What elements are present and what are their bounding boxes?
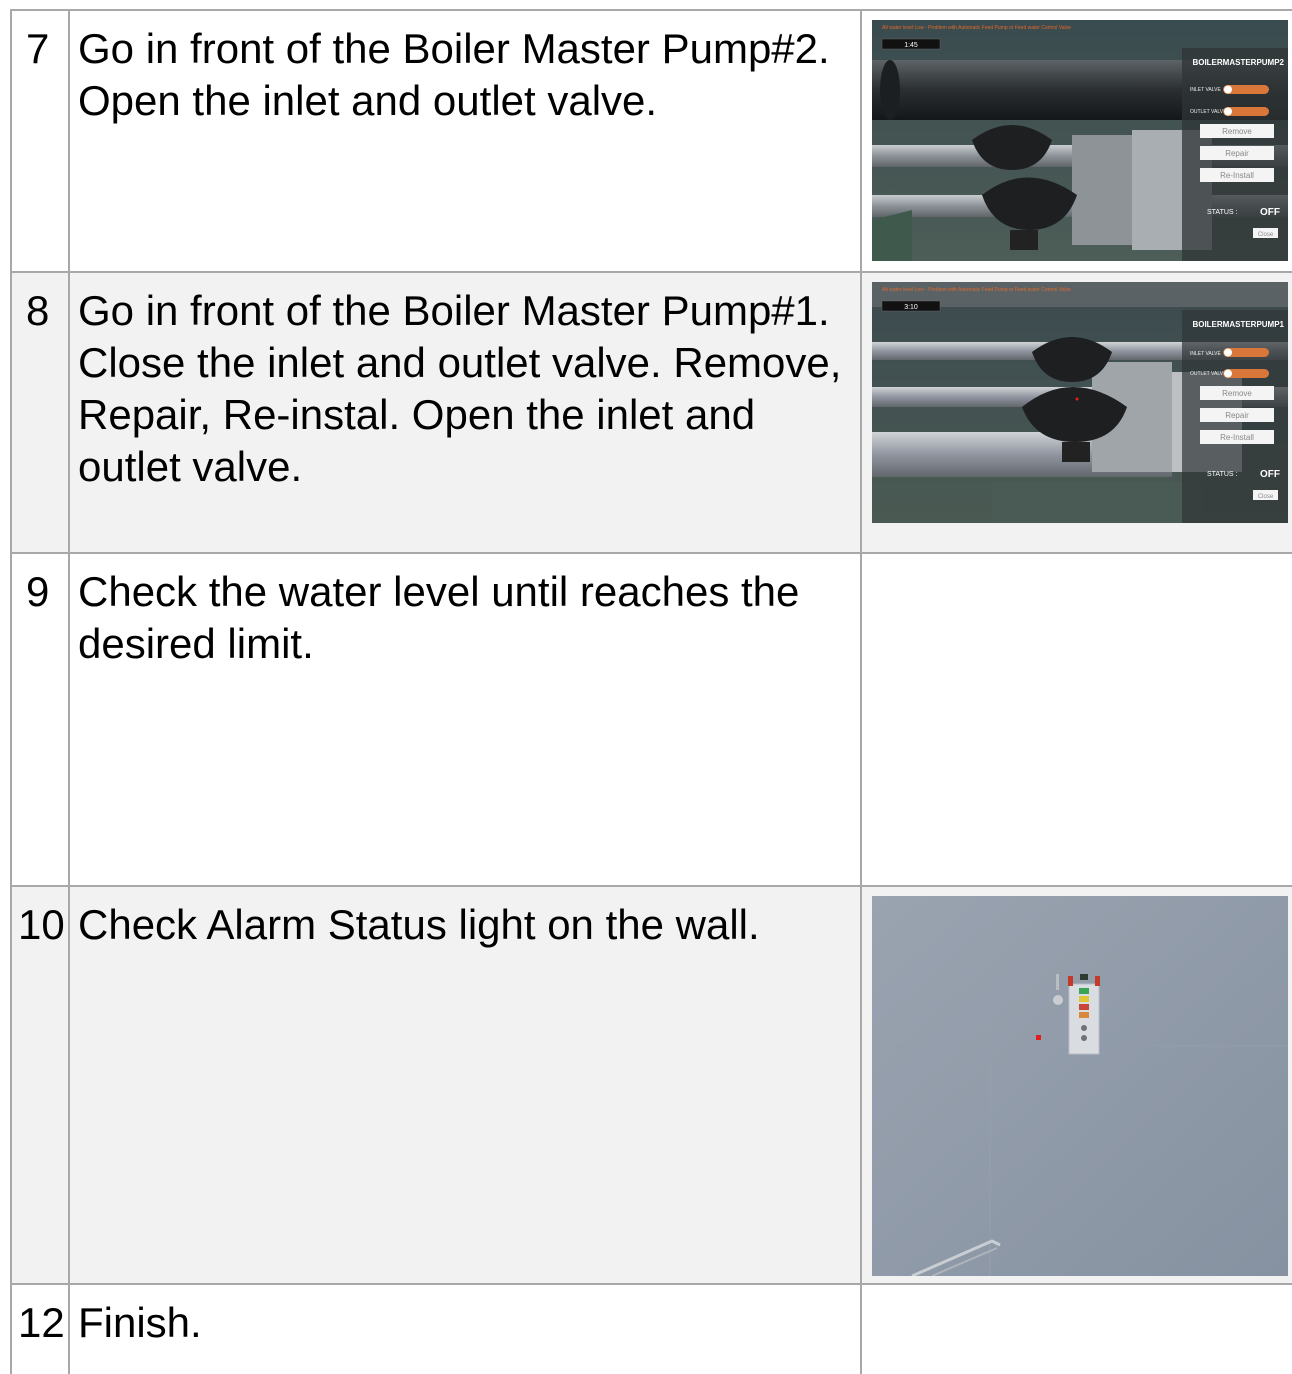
- step-description: Finish.: [68, 1283, 862, 1374]
- remove-label: Remove: [1222, 127, 1252, 136]
- step-row-12: 12 Finish.: [10, 1283, 1292, 1374]
- step-row-9: 9 Check the water level until reaches th…: [10, 552, 1292, 887]
- step-image-cell: Alt water level Low - Problem with Autom…: [860, 271, 1292, 554]
- reinstall-label: Re-Install: [1220, 433, 1254, 442]
- status-value: OFF: [1260, 207, 1280, 218]
- step-image-cell: [860, 885, 1292, 1285]
- step-number: 10: [10, 885, 70, 1285]
- repair-label: Repair: [1225, 411, 1249, 420]
- status-label: STATUS :: [1207, 471, 1238, 478]
- step-number: 12: [10, 1283, 70, 1374]
- step-image-cell: Alt water level Low - Problem with Autom…: [860, 9, 1292, 273]
- pump1-screenshot: Alt water level Low - Problem with Autom…: [872, 282, 1288, 528]
- step-number: 8: [10, 271, 70, 554]
- step-description: Go in front of the Boiler Master Pump#1.…: [68, 271, 862, 554]
- alert-text: Alt water level Low - Problem with Autom…: [882, 287, 1071, 293]
- timer: 1:45: [904, 42, 918, 49]
- step-row-8: 8 Go in front of the Boiler Master Pump#…: [10, 271, 1292, 554]
- repair-label: Repair: [1225, 149, 1249, 158]
- step-description: Check the water level until reaches the …: [68, 552, 862, 887]
- pump2-screenshot: Alt water level Low - Problem with Autom…: [872, 20, 1288, 266]
- inlet-label: INLET VALVE: [1190, 87, 1222, 93]
- step-number: 7: [10, 9, 70, 273]
- close-label: Close: [1258, 494, 1274, 500]
- outlet-toggle-knob: [1224, 107, 1232, 116]
- remove-label: Remove: [1222, 389, 1252, 398]
- step-image-cell: [860, 552, 1292, 887]
- step-row-10: 10 Check Alarm Status light on the wall.: [10, 885, 1292, 1285]
- close-label: Close: [1258, 232, 1274, 238]
- step-description: Go in front of the Boiler Master Pump#2.…: [68, 9, 862, 273]
- status-value: OFF: [1260, 469, 1280, 480]
- reinstall-label: Re-Install: [1220, 171, 1254, 180]
- inlet-toggle-knob: [1224, 85, 1232, 94]
- panel-title: BOILERMASTERPUMP2: [1192, 58, 1284, 67]
- alarm-light-screenshot: [872, 896, 1288, 1281]
- panel-title: BOILERMASTERPUMP1: [1192, 320, 1284, 329]
- inlet-toggle-knob: [1224, 348, 1232, 357]
- outlet-label: OUTLET VALVE: [1190, 109, 1227, 115]
- step-number: 9: [10, 552, 70, 887]
- step-image-cell: [860, 1283, 1292, 1374]
- procedure-table: 7 Go in front of the Boiler Master Pump#…: [10, 9, 1292, 1374]
- crosshair-dot: [1036, 1035, 1041, 1040]
- outlet-label: OUTLET VALVE: [1190, 371, 1227, 377]
- timer: 3:10: [904, 304, 918, 311]
- status-label: STATUS :: [1207, 209, 1238, 216]
- alert-text: Alt water level Low - Problem with Autom…: [882, 25, 1071, 31]
- inlet-label: INLET VALVE: [1190, 351, 1222, 357]
- outlet-toggle-knob: [1224, 369, 1232, 378]
- wall: [872, 896, 1288, 1276]
- step-description: Check Alarm Status light on the wall.: [68, 885, 862, 1285]
- step-row-7: 7 Go in front of the Boiler Master Pump#…: [10, 9, 1292, 273]
